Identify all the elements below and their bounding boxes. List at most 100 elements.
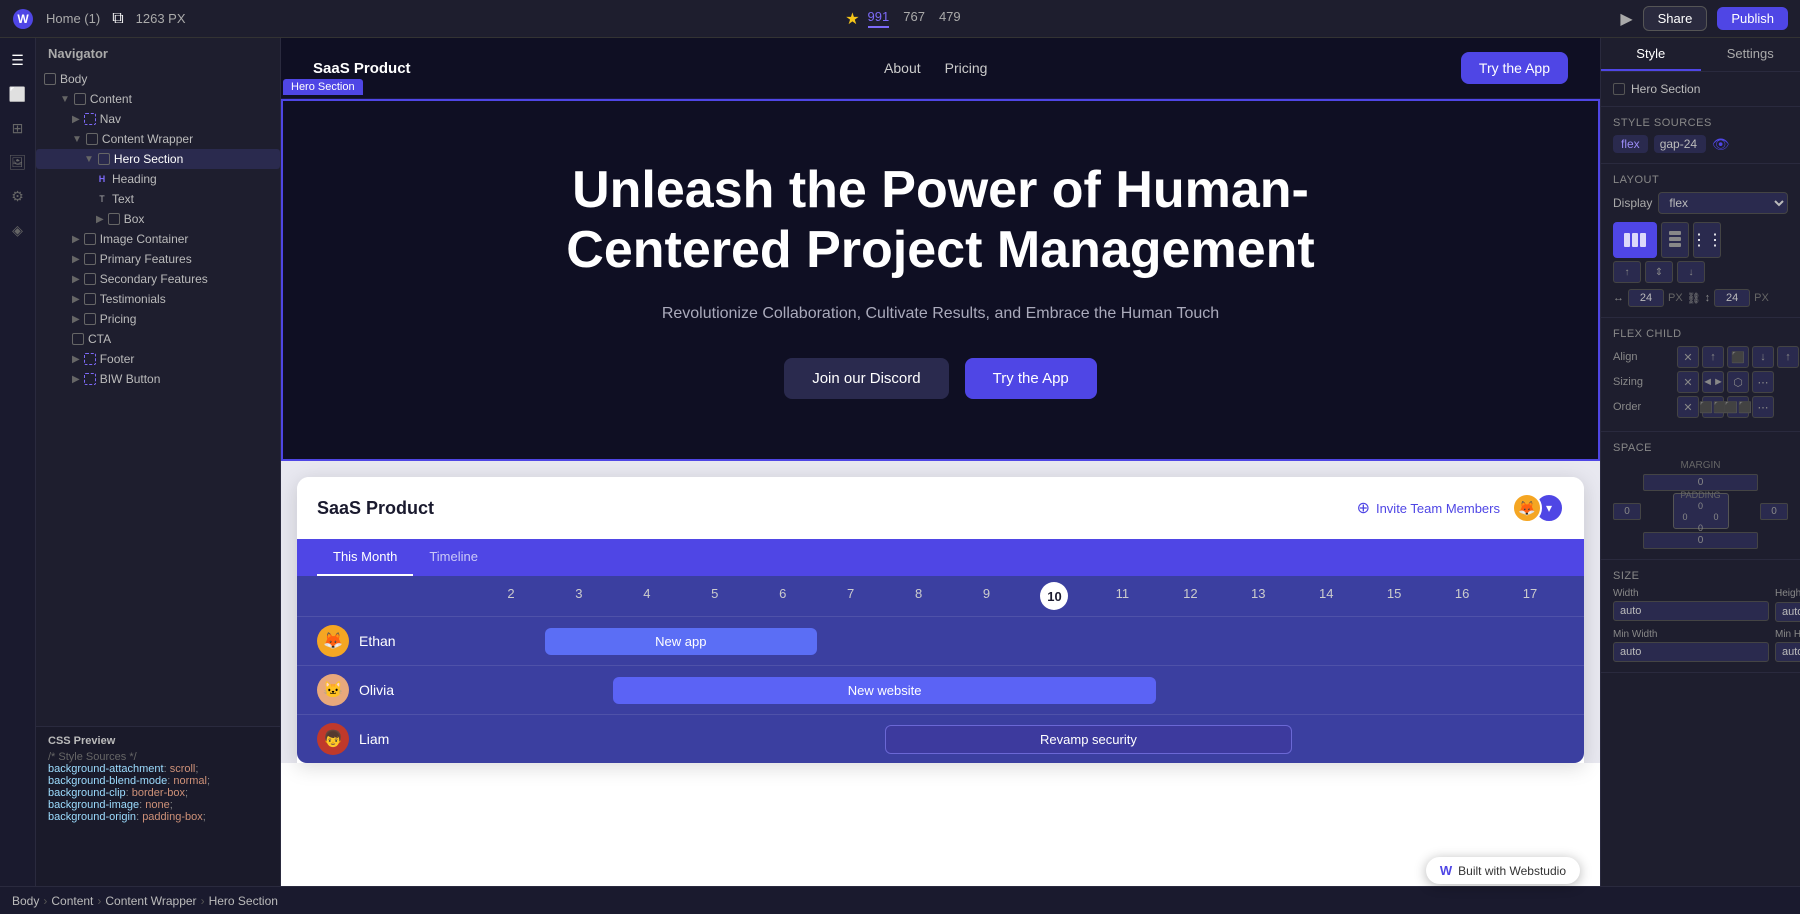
min-height-label: Min Height [1775, 629, 1800, 640]
preview-nav-cta[interactable]: Try the App [1461, 52, 1568, 84]
data-icon[interactable]: ◈ [4, 216, 32, 244]
avatar-liam-row: 👦 [317, 723, 349, 755]
components-icon[interactable]: ⊞ [4, 114, 32, 142]
source-gap-input[interactable] [1654, 135, 1706, 153]
align-start-btn[interactable]: ↑ [1613, 261, 1641, 283]
gap-left-input[interactable] [1628, 289, 1664, 307]
sizing-btn-x[interactable]: ✕ [1677, 371, 1699, 393]
nav-item-testimonials[interactable]: ▶ Testimonials [36, 289, 280, 309]
try-app-button[interactable]: Try the App [965, 358, 1097, 399]
nav-item-content-wrapper[interactable]: ▼ Content Wrapper [36, 129, 280, 149]
min-width-input[interactable] [1613, 642, 1769, 662]
order-btn-1[interactable]: ⬛⬛ [1702, 396, 1724, 418]
task-ethan[interactable]: New app [545, 628, 817, 655]
nav-item-biw-button[interactable]: ▶ BIW Button [36, 369, 280, 389]
breakpoint-479[interactable]: 479 [939, 9, 961, 28]
tab-style[interactable]: Style [1601, 38, 1701, 71]
css-line-4: background-clip: border-box; [48, 787, 268, 799]
nav-item-pricing[interactable]: ▶ Pricing [36, 309, 280, 329]
min-height-field: Min Height [1775, 629, 1800, 662]
nav-item-cta[interactable]: CTA [36, 329, 280, 349]
gap-right-input[interactable] [1714, 289, 1750, 307]
tab-settings[interactable]: Settings [1701, 38, 1800, 71]
invite-team-button[interactable]: ⊕ Invite Team Members [1357, 498, 1500, 518]
duplicate-icon[interactable]: ⧉ [112, 10, 123, 28]
order-btn-2[interactable]: ⬛⬛ [1727, 396, 1749, 418]
nav-item-primary-features[interactable]: ▶ Primary Features [36, 249, 280, 269]
assets-icon[interactable]: 🖼 [4, 148, 32, 176]
nav-link-pricing[interactable]: Pricing [945, 60, 988, 76]
nav-icon[interactable]: ☰ [4, 46, 32, 74]
source-eye-icon[interactable]: 👁 [1712, 136, 1730, 153]
width-input[interactable] [1613, 601, 1769, 621]
app-logo[interactable]: W [12, 8, 34, 30]
user-name-liam: Liam [359, 731, 389, 747]
display-select[interactable]: flex block grid [1658, 192, 1788, 214]
flex-column-btn[interactable] [1661, 222, 1689, 258]
breadcrumb-hero-section[interactable]: Hero Section [209, 894, 278, 908]
nav-item-content[interactable]: ▼ Content [36, 89, 280, 109]
tab-this-month[interactable]: This Month [317, 539, 413, 576]
nav-item-secondary-features[interactable]: ▶ Secondary Features [36, 269, 280, 289]
margin-left-input[interactable]: 0 [1613, 503, 1641, 520]
align-btn-x[interactable]: ✕ [1677, 346, 1699, 368]
margin-right-input[interactable]: 0 [1760, 503, 1788, 520]
pages-icon[interactable]: ⬜ [4, 80, 32, 108]
source-flex[interactable]: flex [1613, 135, 1648, 153]
margin-bottom-input[interactable]: 0 [1643, 532, 1758, 549]
sizing-btn-grow[interactable]: ⬡ [1727, 371, 1749, 393]
min-height-input[interactable] [1775, 642, 1800, 662]
breadcrumb-content[interactable]: Content [51, 894, 93, 908]
height-input[interactable] [1775, 602, 1800, 622]
box-icon [72, 333, 84, 345]
breadcrumb-content-wrapper[interactable]: Content Wrapper [105, 894, 196, 908]
built-with-badge[interactable]: W Built with Webstudio [1426, 857, 1580, 884]
nav-item-body[interactable]: Body [36, 69, 280, 89]
flex-row-active[interactable] [1613, 222, 1657, 258]
user-name-ethan: Ethan [359, 633, 396, 649]
nav-item-image-container[interactable]: ▶ Image Container [36, 229, 280, 249]
task-liam[interactable]: Revamp security [885, 725, 1293, 754]
task-olivia[interactable]: New website [613, 677, 1157, 704]
home-label[interactable]: Home (1) [46, 11, 100, 26]
nav-item-nav[interactable]: ▶ Nav [36, 109, 280, 129]
nav-item-heading[interactable]: H Heading [36, 169, 280, 189]
nav-item-box[interactable]: ▶ Box [36, 209, 280, 229]
invite-label: Invite Team Members [1376, 501, 1500, 516]
sizing-btn-shrink[interactable]: ◄► [1702, 371, 1724, 393]
nav-item-footer[interactable]: ▶ Footer [36, 349, 280, 369]
user-ethan: 🦊 Ethan [317, 625, 477, 657]
order-btn-x[interactable]: ✕ [1677, 396, 1699, 418]
align-btn-bottom[interactable]: ↓ [1752, 346, 1774, 368]
nav-item-text[interactable]: T Text [36, 189, 280, 209]
sizing-btn-more[interactable]: ⋯ [1752, 371, 1774, 393]
box-icon [84, 273, 96, 285]
hero-section-checkbox[interactable]: Hero Section [1613, 82, 1788, 96]
align-end-btn[interactable]: ↓ [1677, 261, 1705, 283]
left-sidebar: Navigator Body ▼ Content ▶ Nav [36, 38, 281, 886]
align-btn-top[interactable]: ↑ [1702, 346, 1724, 368]
gap-link-icon[interactable]: ⛓ [1687, 292, 1701, 305]
nav-label-footer: Footer [100, 352, 135, 366]
align-btn-stretch[interactable]: ↑ [1777, 346, 1799, 368]
height-label: Height [1775, 588, 1800, 599]
align-btn-mid[interactable]: ⬛ [1727, 346, 1749, 368]
tab-timeline[interactable]: Timeline [413, 539, 494, 576]
share-button[interactable]: Share [1643, 6, 1708, 31]
join-discord-button[interactable]: Join our Discord [784, 358, 948, 399]
publish-button[interactable]: Publish [1717, 7, 1788, 30]
play-button[interactable]: ▶ [1620, 9, 1632, 29]
nav-link-about[interactable]: About [884, 60, 921, 76]
margin-top-input[interactable]: 0 [1643, 474, 1758, 491]
flex-wrap-btn[interactable]: ⋮⋮ [1693, 222, 1721, 258]
chevron-icon: ▶ [72, 254, 80, 265]
breakpoint-767[interactable]: 767 [903, 9, 925, 28]
nav-item-hero-section[interactable]: ▼ Hero Section [36, 149, 280, 169]
box-icon [86, 133, 98, 145]
align-between-btn[interactable]: ⇕ [1645, 261, 1673, 283]
breakpoint-991[interactable]: 991 [868, 9, 890, 28]
settings-icon[interactable]: ⚙ [4, 182, 32, 210]
chevron-icon: ▶ [72, 274, 80, 285]
order-btn-more[interactable]: ⋯ [1752, 396, 1774, 418]
breadcrumb-body[interactable]: Body [12, 894, 39, 908]
